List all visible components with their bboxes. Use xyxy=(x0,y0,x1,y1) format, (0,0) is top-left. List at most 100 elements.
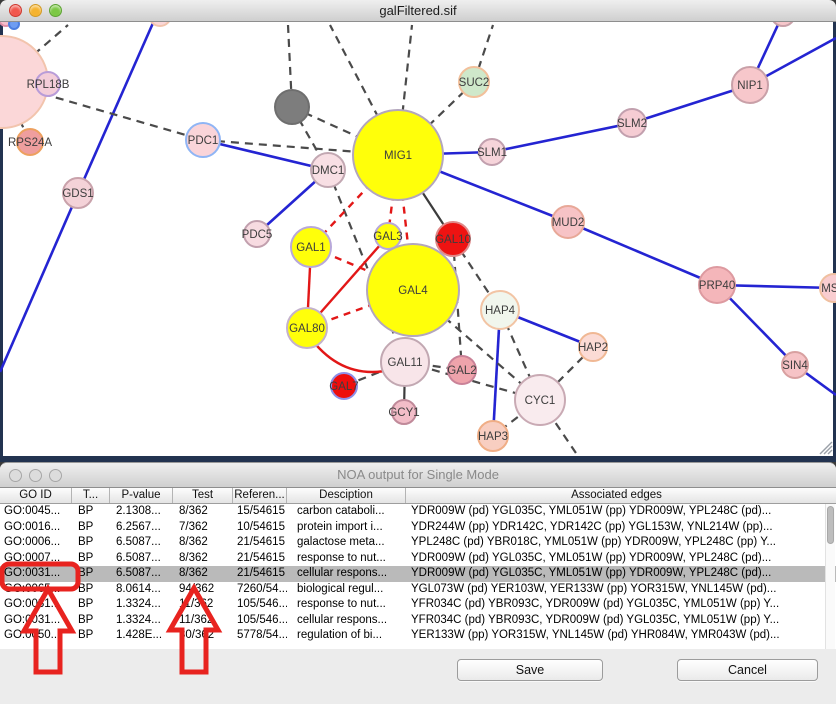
node-topright-cut[interactable] xyxy=(771,22,795,26)
node-label-GCY1: GCY1 xyxy=(388,407,419,419)
column-header-6[interactable]: Associated edges xyxy=(406,488,827,503)
table-cell: response to nut... xyxy=(287,551,406,567)
table-cell: cellular respons... xyxy=(287,566,406,582)
network-window-titlebar[interactable]: galFiltered.sif xyxy=(0,0,836,22)
table-cell: YDR244W (pp) YDR142C, YDR142C (pp) YGL15… xyxy=(406,520,827,536)
node-label-PDC5: PDC5 xyxy=(242,229,273,241)
column-header-2[interactable]: P-value xyxy=(110,488,173,503)
node-label-PRP40: PRP40 xyxy=(699,280,735,292)
minimize-button[interactable] xyxy=(29,4,42,17)
table-cell: GO:0050... xyxy=(0,628,72,644)
noa-window-titlebar[interactable]: NOA output for Single Mode xyxy=(0,463,836,488)
table-cell: GO:0031... xyxy=(0,566,72,582)
table-row[interactable]: GO:0006...BP6.5087...8/36221/54615galact… xyxy=(0,535,836,551)
table-cell: 5778/54... xyxy=(233,628,287,644)
node-gray-node[interactable] xyxy=(275,90,309,124)
table-cell: 105/546... xyxy=(233,597,287,613)
table-cell: 8/362 xyxy=(173,566,233,582)
node-label-SLM1: SLM1 xyxy=(477,147,507,159)
node-label-HAP3: HAP3 xyxy=(478,431,508,443)
node-label-MUD2: MUD2 xyxy=(552,217,585,229)
table-cell: response to nut... xyxy=(287,597,406,613)
column-header-5[interactable]: Desciption xyxy=(287,488,406,503)
table-cell: 8.0614... xyxy=(110,582,173,598)
table-row[interactable]: GO:0050...BP1.428E...80/3625778/54...reg… xyxy=(0,628,836,644)
zoom-button[interactable] xyxy=(49,4,62,17)
table-cell: cellular respons... xyxy=(287,613,406,629)
table-cell: galactose meta... xyxy=(287,535,406,551)
table-cell: YDR009W (pd) YGL035C, YML051W (pp) YDR00… xyxy=(406,551,827,567)
table-row[interactable]: GO:0045...BP2.1308...8/36215/54615carbon… xyxy=(0,504,836,520)
table-cell: BP xyxy=(72,520,110,536)
zoom-button-inactive[interactable] xyxy=(49,469,62,482)
node-label-MIG1: MIG1 xyxy=(384,150,412,162)
resize-grip[interactable] xyxy=(824,446,832,454)
cancel-button[interactable]: Cancel xyxy=(677,659,818,681)
table-cell: 21/54615 xyxy=(233,566,287,582)
close-button[interactable] xyxy=(9,4,22,17)
save-button[interactable]: Save xyxy=(457,659,603,681)
node-corner-blue[interactable] xyxy=(9,22,19,29)
column-header-4[interactable]: Referen... xyxy=(233,488,287,503)
table-cell: protein import i... xyxy=(287,520,406,536)
column-header-0[interactable]: GO ID xyxy=(0,488,72,503)
column-header-3[interactable]: Test xyxy=(173,488,233,503)
node-label-MSN: MSN xyxy=(821,283,836,295)
table-cell: 21/54615 xyxy=(233,551,287,567)
table-row[interactable]: GO:0031...BP1.3324...11/362105/546...res… xyxy=(0,597,836,613)
table-cell: GO:0016... xyxy=(0,520,72,536)
table-cell: BP xyxy=(72,582,110,598)
table-cell: BP xyxy=(72,551,110,567)
scrollbar-track[interactable] xyxy=(825,504,835,649)
table-cell: GO:0007... xyxy=(0,551,72,567)
table-cell: YPL248C (pd) YBR018C, YML051W (pp) YDR00… xyxy=(406,535,827,551)
edge[interactable] xyxy=(568,222,717,285)
table-cell: 105/546... xyxy=(233,613,287,629)
table-cell: regulation of bi... xyxy=(287,628,406,644)
resize-grip[interactable] xyxy=(828,450,832,454)
table-cell: 10/54615 xyxy=(233,520,287,536)
table-cell: 6.2567... xyxy=(110,520,173,536)
node-label-HAP2: HAP2 xyxy=(578,342,608,354)
scrollbar-thumb[interactable] xyxy=(827,506,834,544)
table-row[interactable]: GO:0065...BP8.0614...94/3627260/54...bio… xyxy=(0,582,836,598)
node-label-SLM2: SLM2 xyxy=(617,118,647,130)
node-label-GAL4: GAL4 xyxy=(398,285,428,297)
table-cell: 7/362 xyxy=(173,520,233,536)
table-cell: YDR009W (pd) YGL035C, YML051W (pp) YDR00… xyxy=(406,566,827,582)
node-label-GAL1: GAL1 xyxy=(296,242,325,254)
node-label-RPS24A: RPS24A xyxy=(8,137,52,149)
network-graph[interactable]: RPL18BRPS24AGDS1PDC1DMC1MIG1SUC2SLM1SLM2… xyxy=(0,22,836,456)
table-row[interactable]: GO:0016...BP6.2567...7/36210/54615protei… xyxy=(0,520,836,536)
table-cell: BP xyxy=(72,613,110,629)
edge[interactable] xyxy=(492,123,632,152)
minimize-button-inactive[interactable] xyxy=(29,469,42,482)
table-cell: 80/362 xyxy=(173,628,233,644)
edge[interactable] xyxy=(0,193,78,372)
table-row[interactable]: GO:0031...BP1.3324...11/362105/546...cel… xyxy=(0,613,836,629)
network-canvas[interactable]: RPL18BRPS24AGDS1PDC1DMC1MIG1SUC2SLM1SLM2… xyxy=(0,22,836,456)
table-cell: GO:0045... xyxy=(0,504,72,520)
table-cell: BP xyxy=(72,597,110,613)
node-label-GAL80: GAL80 xyxy=(289,323,325,335)
table-row[interactable]: GO:0007...BP6.5087...8/36221/54615respon… xyxy=(0,551,836,567)
window-title: NOA output for Single Mode xyxy=(0,463,836,487)
table-cell: 8/362 xyxy=(173,551,233,567)
table-cell: YFR034C (pd) YBR093C, YDR009W (pd) YGL03… xyxy=(406,597,827,613)
table-cell: 7260/54... xyxy=(233,582,287,598)
close-button-inactive[interactable] xyxy=(9,469,22,482)
table-cell: BP xyxy=(72,628,110,644)
node-label-SIN4: SIN4 xyxy=(782,360,808,372)
table-cell: 8/362 xyxy=(173,535,233,551)
window-title: galFiltered.sif xyxy=(0,0,836,21)
noa-output-window: NOA output for Single Mode GO IDT...P-va… xyxy=(0,462,836,704)
node-label-GAL10: GAL10 xyxy=(435,234,471,246)
table-row[interactable]: GO:0031...BP6.5087...8/36221/54615cellul… xyxy=(0,566,836,582)
table-cell: 21/54615 xyxy=(233,535,287,551)
table-cell: GO:0031... xyxy=(0,597,72,613)
table-cell: 2.1308... xyxy=(110,504,173,520)
node-label-GAL3: GAL3 xyxy=(373,231,402,243)
table-cell: 1.428E... xyxy=(110,628,173,644)
column-header-1[interactable]: T... xyxy=(72,488,110,503)
table-cell: 1.3324... xyxy=(110,597,173,613)
